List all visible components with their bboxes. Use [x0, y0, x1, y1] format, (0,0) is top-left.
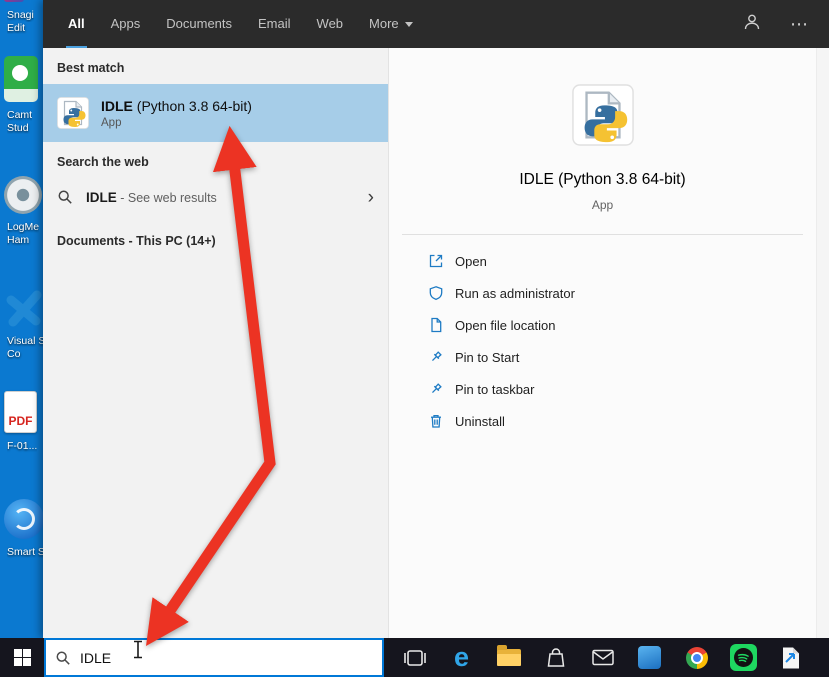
idle-app-icon	[57, 97, 89, 129]
scrollbar-track[interactable]	[816, 48, 829, 638]
more-options-icon[interactable]: ⋯	[790, 15, 809, 33]
edge-button[interactable]: e	[438, 638, 485, 677]
user-icon[interactable]	[742, 12, 762, 37]
best-match-header: Best match	[57, 61, 125, 75]
desktop-icon-label: F-01...	[7, 440, 38, 452]
search-filter-bar: All Apps Documents Email Web More ⋯	[43, 0, 829, 48]
web-result-idle[interactable]: IDLE - See web results ›	[43, 178, 388, 216]
divider	[402, 234, 803, 235]
desktop-icon-label: Camt Stud	[7, 109, 33, 134]
desktop-icon-snagit[interactable]: Snagi Edit	[0, 0, 43, 34]
chevron-down-icon	[404, 21, 413, 27]
desktop-icon-label: Snagi Edit	[7, 9, 34, 34]
store-button[interactable]	[532, 638, 579, 677]
action-uninstall[interactable]: Uninstall	[389, 405, 816, 437]
desktop-icon-label: LogMe Ham	[7, 221, 40, 246]
desktop-icon-vscode[interactable]: Visual S Co	[0, 288, 46, 360]
taskbar-icons: e	[391, 638, 814, 677]
task-view-icon	[403, 649, 426, 666]
spotify-icon	[730, 644, 757, 671]
tab-email[interactable]: Email	[256, 0, 293, 48]
edge-icon: e	[453, 642, 470, 672]
desktop-icon-hamachi[interactable]: LogMe Ham	[0, 176, 43, 246]
pdf-file-icon: PDF	[4, 391, 37, 433]
spotify-button[interactable]	[720, 638, 767, 677]
best-match-text: IDLE (Python 3.8 64-bit) App	[101, 98, 252, 129]
open-icon	[428, 253, 444, 269]
preview-subtitle: App	[591, 198, 614, 212]
tab-documents[interactable]: Documents	[164, 0, 234, 48]
tab-web[interactable]: Web	[315, 0, 346, 48]
hamachi-icon	[4, 176, 42, 214]
action-pin-to-taskbar[interactable]: Pin to taskbar	[389, 373, 816, 405]
file-location-icon	[428, 317, 444, 333]
desktop-icon-smart-switch[interactable]: Smart Sw	[0, 499, 46, 559]
vscode-icon	[4, 288, 44, 328]
taskbar: IDLE e	[0, 638, 829, 677]
start-button[interactable]	[0, 638, 44, 677]
idle-app-icon-large	[571, 84, 634, 146]
mail-button[interactable]	[579, 638, 626, 677]
tab-all[interactable]: All	[66, 0, 87, 48]
mail-icon	[591, 649, 614, 666]
search-web-header: Search the web	[57, 155, 149, 169]
action-run-as-administrator[interactable]: Run as administrator	[389, 277, 816, 309]
action-list: Open Run as administrator Open file loca…	[389, 245, 816, 437]
blue-app-button[interactable]	[626, 638, 673, 677]
best-match-title: IDLE (Python 3.8 64-bit)	[101, 97, 252, 114]
best-match-subtitle: App	[101, 116, 122, 129]
desktop-icon-camtasia[interactable]: Camt Stud	[0, 56, 43, 134]
search-body: Best match IDLE (Python 3.8 64-bit) App …	[43, 48, 829, 638]
file-explorer-icon	[496, 645, 521, 666]
action-open-file-location[interactable]: Open file location	[389, 309, 816, 341]
taskbar-search-box[interactable]: IDLE	[44, 638, 384, 677]
search-input-value[interactable]: IDLE	[80, 650, 111, 666]
windows-logo-icon	[13, 649, 31, 666]
document-app-button[interactable]	[767, 638, 814, 677]
task-view-button[interactable]	[391, 638, 438, 677]
preview-top: IDLE (Python 3.8 64-bit) App	[389, 48, 816, 212]
chevron-right-icon[interactable]: ›	[368, 188, 374, 207]
desktop-icon-label: Smart Sw	[7, 546, 46, 558]
search-icon	[58, 190, 72, 204]
preview-panel: IDLE (Python 3.8 64-bit) App Open Run as…	[388, 48, 816, 638]
chrome-icon	[685, 646, 708, 669]
desktop-icon-label: Visual S Co	[7, 335, 46, 360]
document-app-icon	[782, 647, 799, 668]
action-open[interactable]: Open	[389, 245, 816, 277]
shield-icon	[428, 285, 444, 301]
action-pin-to-start[interactable]: Pin to Start	[389, 341, 816, 373]
header-actions: ⋯	[742, 0, 829, 48]
search-icon	[56, 651, 70, 665]
tab-more[interactable]: More	[367, 0, 415, 48]
chrome-button[interactable]	[673, 638, 720, 677]
pin-icon	[428, 381, 444, 397]
preview-title: IDLE (Python 3.8 64-bit)	[519, 171, 686, 188]
blue-app-icon	[638, 646, 661, 669]
trash-icon	[428, 413, 444, 429]
search-flyout: All Apps Documents Email Web More ⋯ Best…	[43, 0, 829, 638]
web-result-text: IDLE - See web results	[86, 189, 217, 205]
store-icon	[547, 647, 564, 667]
file-explorer-button[interactable]	[485, 638, 532, 677]
results-panel: Best match IDLE (Python 3.8 64-bit) App …	[43, 48, 388, 638]
best-match-result-idle[interactable]: IDLE (Python 3.8 64-bit) App	[43, 84, 388, 142]
camtasia-icon	[4, 56, 38, 102]
smart-switch-icon	[4, 499, 44, 539]
pin-icon	[428, 349, 444, 365]
desktop-icon-pdf[interactable]: PDF F-01...	[0, 391, 43, 453]
documents-header[interactable]: Documents - This PC (14+)	[43, 216, 388, 257]
tab-apps[interactable]: Apps	[109, 0, 143, 48]
snagit-icon	[4, 0, 24, 2]
